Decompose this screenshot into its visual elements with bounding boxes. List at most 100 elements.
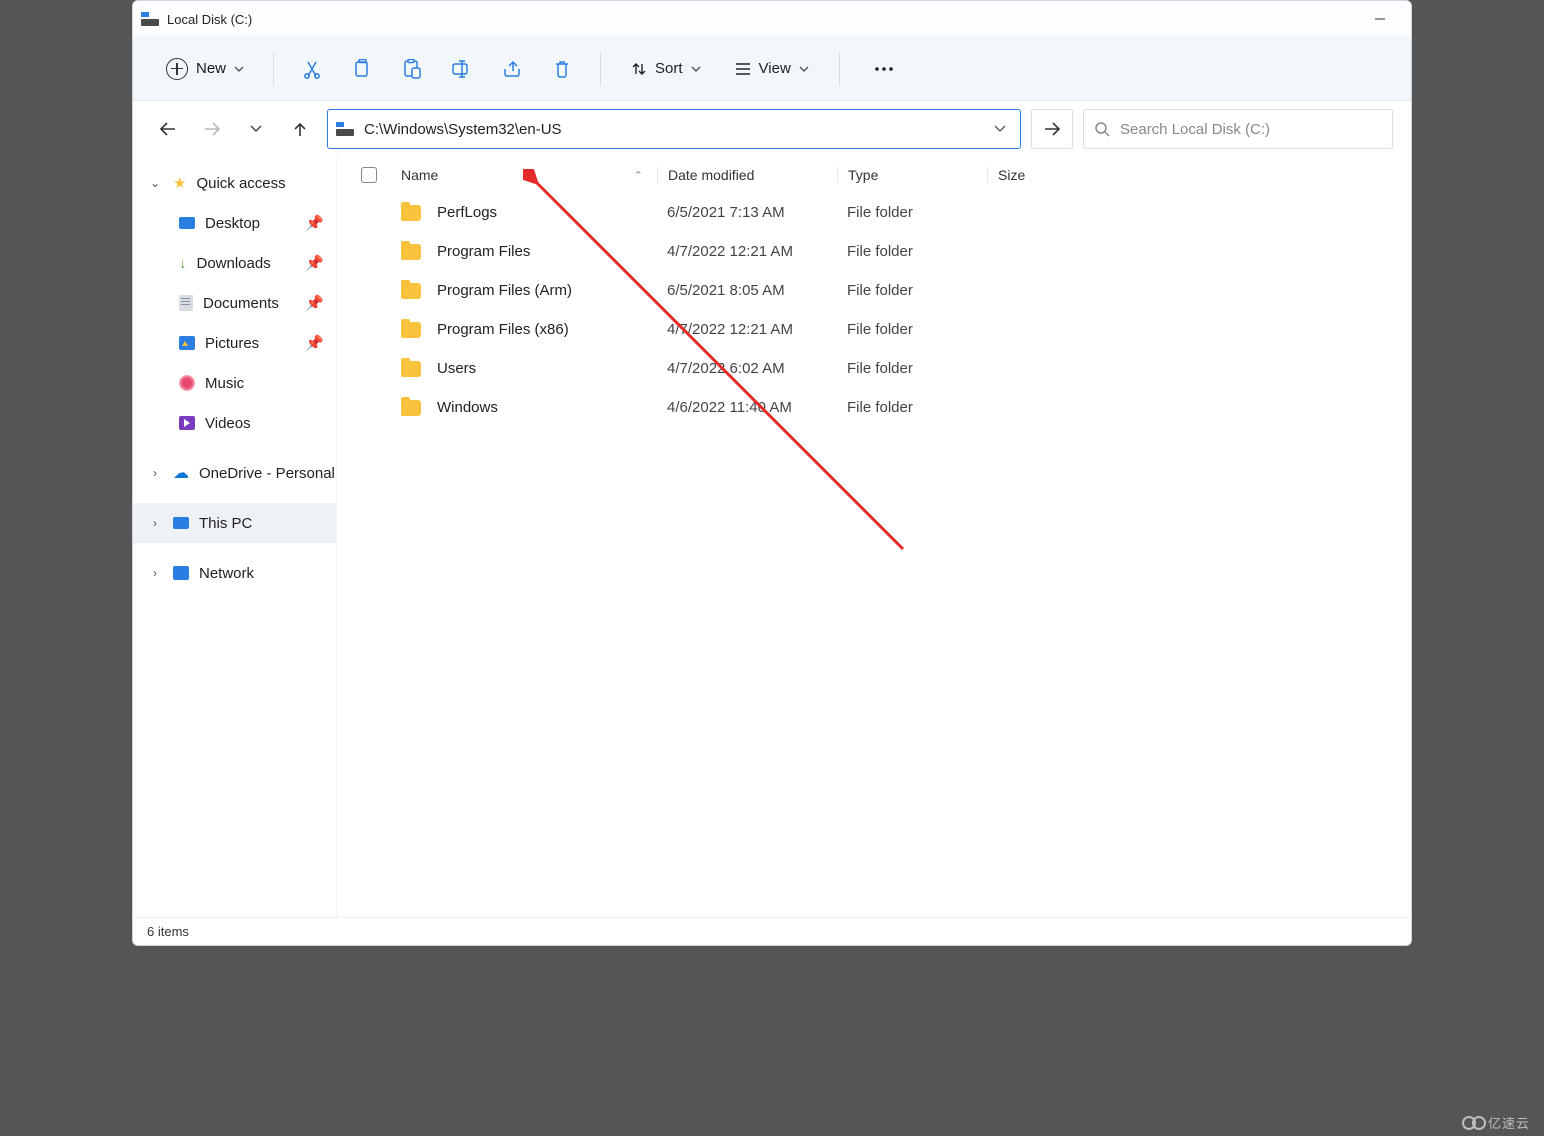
file-type: File folder bbox=[837, 204, 987, 221]
network-icon bbox=[173, 566, 189, 580]
copy-button[interactable] bbox=[340, 49, 384, 89]
sidebar-label: Videos bbox=[205, 415, 251, 432]
plus-circle-icon bbox=[166, 58, 188, 80]
address-bar[interactable] bbox=[327, 109, 1021, 149]
forward-button[interactable] bbox=[195, 112, 229, 146]
file-row[interactable]: Windows 4/6/2022 11:40 AM File folder bbox=[337, 388, 1411, 427]
separator bbox=[273, 52, 274, 86]
ellipsis-icon bbox=[874, 66, 894, 72]
file-date: 4/6/2022 11:40 AM bbox=[657, 399, 837, 416]
column-size[interactable]: Size bbox=[987, 167, 1087, 183]
file-row[interactable]: PerfLogs 6/5/2021 7:13 AM File folder bbox=[337, 193, 1411, 232]
titlebar: Local Disk (C:) bbox=[133, 1, 1411, 37]
toolbar: New Sort View bbox=[133, 37, 1411, 101]
pin-icon: 📌 bbox=[305, 214, 324, 232]
file-row[interactable]: Users 4/7/2022 6:02 AM File folder bbox=[337, 349, 1411, 388]
chevron-right-icon: › bbox=[147, 516, 163, 530]
sort-asc-icon: ⌃ bbox=[634, 169, 643, 182]
sidebar-item-network[interactable]: › Network bbox=[133, 553, 336, 593]
desktop-icon bbox=[179, 217, 195, 229]
folder-icon bbox=[401, 283, 421, 299]
sort-button[interactable]: Sort bbox=[617, 49, 715, 89]
search-input[interactable] bbox=[1120, 121, 1382, 138]
file-type: File folder bbox=[837, 282, 987, 299]
share-button[interactable] bbox=[490, 49, 534, 89]
pin-icon: 📌 bbox=[305, 294, 324, 312]
item-count: 6 items bbox=[147, 924, 189, 939]
search-box[interactable] bbox=[1083, 109, 1393, 149]
pc-icon bbox=[173, 517, 189, 529]
column-type[interactable]: Type bbox=[837, 167, 987, 183]
sidebar-item-music[interactable]: Music bbox=[133, 363, 336, 403]
file-date: 4/7/2022 6:02 AM bbox=[657, 360, 837, 377]
new-button[interactable]: New bbox=[153, 49, 257, 89]
file-name: Windows bbox=[437, 399, 498, 416]
sidebar-item-desktop[interactable]: Desktop 📌 bbox=[133, 203, 336, 243]
sidebar-label: Pictures bbox=[205, 335, 259, 352]
navigation-row bbox=[133, 101, 1411, 157]
chevron-down-icon bbox=[691, 66, 701, 72]
minimize-button[interactable] bbox=[1357, 3, 1403, 35]
up-button[interactable] bbox=[283, 112, 317, 146]
folder-icon bbox=[401, 205, 421, 221]
chevron-down-icon bbox=[234, 66, 244, 72]
back-button[interactable] bbox=[151, 112, 185, 146]
sidebar-item-downloads[interactable]: ↓ Downloads 📌 bbox=[133, 243, 336, 283]
pictures-icon bbox=[179, 336, 195, 350]
sidebar-label: Desktop bbox=[205, 215, 260, 232]
select-all-checkbox[interactable] bbox=[361, 167, 395, 183]
cut-button[interactable] bbox=[290, 49, 334, 89]
folder-icon bbox=[401, 244, 421, 260]
file-row[interactable]: Program Files (x86) 4/7/2022 12:21 AM Fi… bbox=[337, 310, 1411, 349]
rename-button[interactable] bbox=[440, 49, 484, 89]
view-icon bbox=[735, 62, 751, 76]
go-button[interactable] bbox=[1031, 109, 1073, 149]
status-bar: 6 items bbox=[133, 917, 1411, 945]
download-icon: ↓ bbox=[179, 255, 187, 272]
column-name[interactable]: Name ⌃ bbox=[395, 167, 657, 183]
sidebar-item-pictures[interactable]: Pictures 📌 bbox=[133, 323, 336, 363]
star-icon: ★ bbox=[173, 174, 186, 192]
file-row[interactable]: Program Files (Arm) 6/5/2021 8:05 AM Fil… bbox=[337, 271, 1411, 310]
cloud-icon: ☁ bbox=[173, 463, 189, 483]
file-row[interactable]: Program Files 4/7/2022 12:21 AM File fol… bbox=[337, 232, 1411, 271]
video-icon bbox=[179, 416, 195, 430]
drive-icon bbox=[336, 122, 354, 136]
chevron-down-icon: ⌄ bbox=[147, 176, 163, 190]
more-button[interactable] bbox=[856, 49, 912, 89]
file-name: Program Files (x86) bbox=[437, 321, 569, 338]
file-name: PerfLogs bbox=[437, 204, 497, 221]
sidebar-item-documents[interactable]: Documents 📌 bbox=[133, 283, 336, 323]
sidebar-item-onedrive[interactable]: › ☁ OneDrive - Personal bbox=[133, 453, 336, 493]
sidebar: ⌄ ★ Quick access Desktop 📌 ↓ Downloads 📌… bbox=[133, 157, 337, 917]
file-type: File folder bbox=[837, 243, 987, 260]
pin-icon: 📌 bbox=[305, 334, 324, 352]
sort-label: Sort bbox=[655, 60, 683, 77]
address-dropdown[interactable] bbox=[988, 125, 1012, 133]
recent-dropdown[interactable] bbox=[239, 112, 273, 146]
sort-icon bbox=[631, 61, 647, 77]
sidebar-item-this-pc[interactable]: › This PC bbox=[133, 503, 336, 543]
sidebar-label: Downloads bbox=[197, 255, 271, 272]
column-date[interactable]: Date modified bbox=[657, 167, 837, 183]
file-type: File folder bbox=[837, 321, 987, 338]
view-button[interactable]: View bbox=[721, 49, 823, 89]
window-title: Local Disk (C:) bbox=[167, 12, 252, 27]
sidebar-item-videos[interactable]: Videos bbox=[133, 403, 336, 443]
view-label: View bbox=[759, 60, 791, 77]
folder-icon bbox=[401, 400, 421, 416]
paste-button[interactable] bbox=[390, 49, 434, 89]
delete-button[interactable] bbox=[540, 49, 584, 89]
address-input[interactable] bbox=[364, 121, 988, 138]
chevron-down-icon bbox=[799, 66, 809, 72]
document-icon bbox=[179, 295, 193, 311]
file-date: 6/5/2021 8:05 AM bbox=[657, 282, 837, 299]
chevron-right-icon: › bbox=[147, 566, 163, 580]
content-pane: Name ⌃ Date modified Type Size PerfLogs … bbox=[337, 157, 1411, 917]
sidebar-label: Network bbox=[199, 565, 254, 582]
sidebar-label: OneDrive - Personal bbox=[199, 465, 335, 482]
folder-icon bbox=[401, 322, 421, 338]
sidebar-item-quick-access[interactable]: ⌄ ★ Quick access bbox=[133, 163, 336, 203]
sidebar-label: Documents bbox=[203, 295, 279, 312]
separator bbox=[600, 52, 601, 86]
